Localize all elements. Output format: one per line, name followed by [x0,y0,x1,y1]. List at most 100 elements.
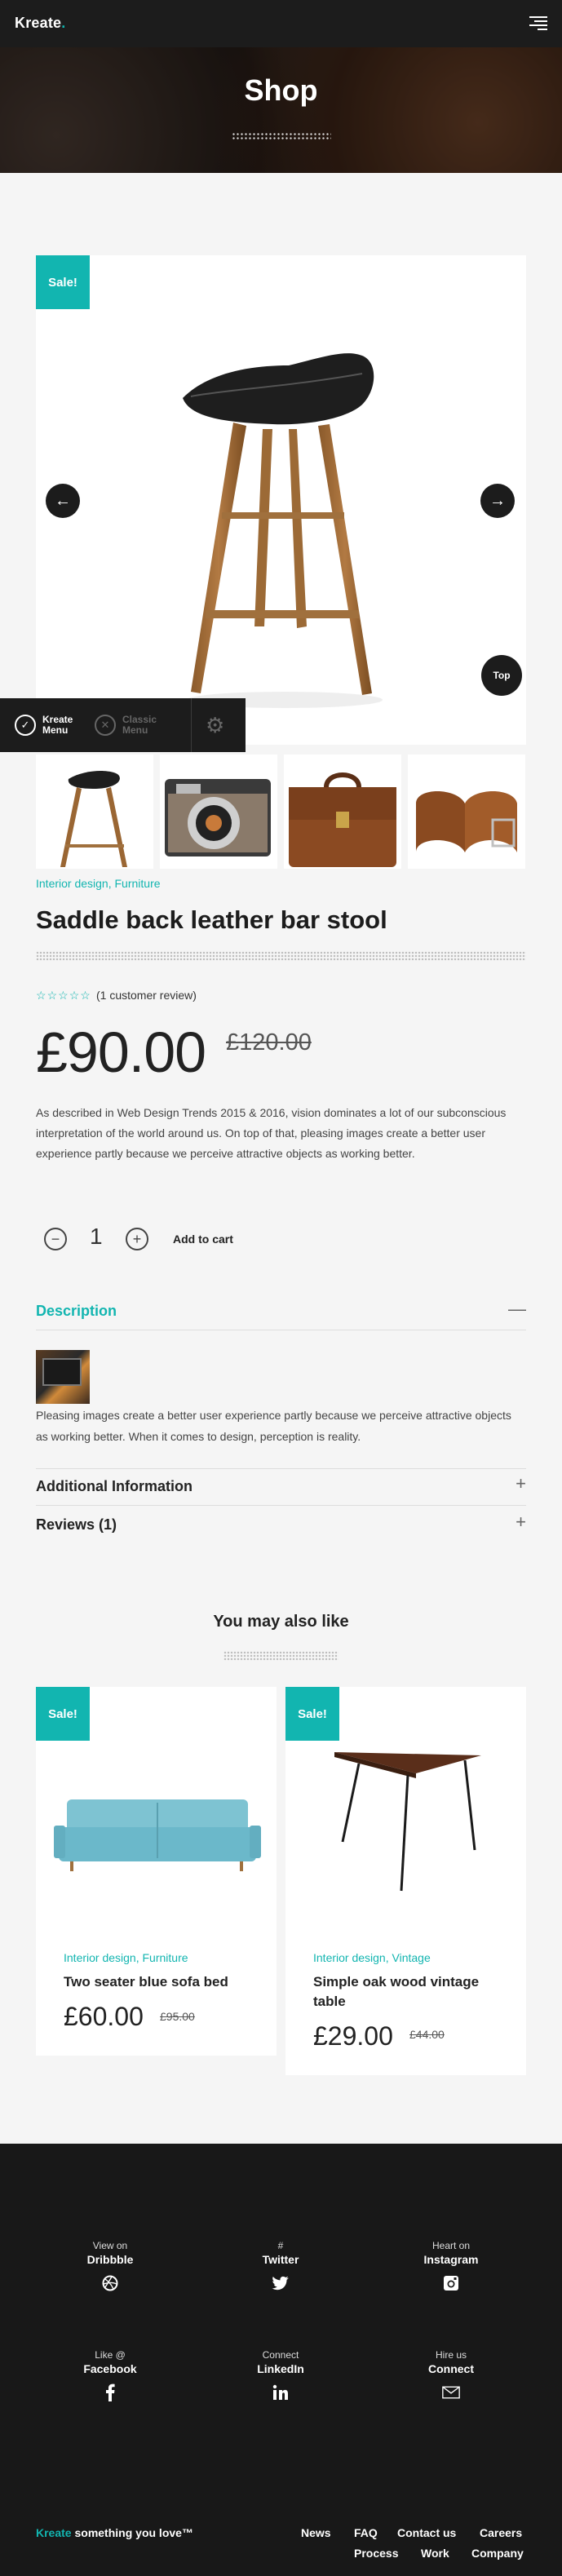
footer-brand-name: Kreate [36,2526,72,2539]
social-prefix: View on [92,2240,128,2251]
product-short-description: As described in Web Design Trends 2015 &… [36,1106,507,1160]
footer-link-work[interactable]: Work [421,2547,449,2560]
tab-description[interactable]: Description [36,1303,117,1320]
related-product-name[interactable]: Two seater blue sofa bed [64,1972,259,1992]
hero-banner: Shop [0,47,562,173]
check-icon: ✓ [15,715,36,736]
footer-brand: Kreate something you love™ [36,2526,193,2539]
divider [36,1505,526,1506]
social-prefix: # [277,2240,284,2251]
related-product-price: £60.00 [64,2002,144,2031]
expand-icon[interactable]: + [516,1512,526,1533]
footer-link-contact[interactable]: Contact us [397,2526,456,2539]
related-product-name[interactable]: Simple oak wood vintage table [313,1972,509,2012]
divider [36,1468,526,1469]
table-image [334,1752,481,1892]
dribbble-icon [101,2274,119,2292]
add-to-cart-button[interactable]: Add to cart [173,1233,233,1246]
footer-link-process[interactable]: Process [354,2547,398,2560]
related-product-card[interactable]: Sale! Interior design, Furniture Two sea… [36,1687,277,2056]
bar-stool-image [183,353,383,708]
kreate-menu-option[interactable]: ✓ Kreate Menu [15,698,73,752]
social-network: LinkedIn [257,2362,304,2375]
classic-menu-label: Classic Menu [122,715,157,736]
quantity-input[interactable]: 1 [90,1224,103,1250]
product-categories[interactable]: Interior design, Furniture [36,877,161,890]
stool-thumb-image [60,771,127,867]
quantity-increase-button[interactable]: + [126,1228,148,1250]
social-prefix: Like @ [95,2349,126,2361]
arrow-left-icon: ← [55,491,71,510]
related-product-categories[interactable]: Interior design, Furniture [64,1951,188,1964]
facebook-icon [101,2383,119,2401]
related-product-card[interactable]: Sale! Interior design, Vintage Simple oa… [285,1687,526,2075]
product-title: Saddle back leather bar stool [36,905,387,934]
star-icon: ☆ [69,989,81,1002]
star-icon: ☆ [36,989,47,1002]
quantity-decrease-button[interactable]: − [44,1228,67,1250]
classic-menu-option[interactable]: ✕ Classic Menu [95,698,157,752]
social-linkedin[interactable]: Connect LinkedIn [219,2349,342,2401]
back-to-top-button[interactable]: Top [481,655,522,696]
site-footer: View on Dribbble # Twitter Heart on Inst… [0,2144,562,2576]
next-image-button[interactable]: → [480,484,515,518]
social-prefix: Connect [262,2349,299,2361]
title-divider [36,951,526,961]
sale-badge: Sale! [285,1687,339,1741]
footer-link-careers[interactable]: Careers [480,2526,522,2539]
review-count-link[interactable]: (1 customer review) [96,989,197,1002]
plus-icon: + [132,1230,142,1247]
product-main-image: Sale! ← → Top [36,255,526,745]
hero-divider [232,132,331,140]
kreate-menu-switcher: ✓ Kreate Menu ✕ Classic Menu ⚙ [0,698,246,752]
product-price: £90.00 [36,1020,206,1084]
tab-additional-information[interactable]: Additional Information [36,1478,192,1495]
thumbnail-satchel[interactable] [284,755,401,869]
social-network: Twitter [262,2253,299,2266]
social-facebook[interactable]: Like @ Facebook [49,2349,171,2401]
prev-image-button[interactable]: ← [46,484,80,518]
twitter-icon [272,2274,290,2292]
footer-tagline: something you love™ [71,2526,193,2539]
satchel-thumb-image [289,772,396,867]
product-old-price: £120.00 [226,1029,312,1056]
menu-settings-button[interactable]: ⚙ [206,698,224,752]
arrow-right-icon: → [489,491,506,510]
social-connect[interactable]: Hire us Connect [390,2349,512,2401]
social-twitter[interactable]: # Twitter [219,2240,342,2292]
description-text: Pleasing images create a better user exp… [36,1409,511,1443]
social-network: Instagram [423,2253,479,2266]
instagram-icon [442,2274,460,2292]
star-icon: ☆ [80,989,91,1002]
related-product-old-price: £95.00 [160,2010,195,2023]
footer-link-faq[interactable]: FAQ [354,2526,378,2539]
minus-icon: − [51,1230,60,1247]
site-logo[interactable]: Kreate. [15,15,65,32]
top-header: Kreate. [0,0,562,47]
hamburger-icon[interactable] [529,16,547,31]
star-rating: ☆☆☆☆☆ [36,989,91,1003]
related-product-categories[interactable]: Interior design, Vintage [313,1951,431,1964]
related-products-title: You may also like [213,1613,349,1631]
collapse-icon[interactable]: — [508,1299,526,1320]
thumbnail-belts[interactable] [408,755,525,869]
thumbnail-camera[interactable] [160,755,277,869]
tab-reviews[interactable]: Reviews (1) [36,1516,117,1534]
social-prefix: Hire us [435,2349,467,2361]
page-title: Shop [244,73,318,107]
footer-link-news[interactable]: News [301,2526,331,2539]
linkedin-icon [272,2383,290,2401]
kreate-menu-label-line2: Menu [42,724,69,736]
social-instagram[interactable]: Heart on Instagram [390,2240,512,2292]
footer-link-company[interactable]: Company [471,2547,524,2560]
expand-icon[interactable]: + [516,1473,526,1494]
shop-page: Kreate. Shop Sale! ← → Top ✓ Kreate Menu… [0,0,562,2576]
gear-icon: ⚙ [206,712,225,737]
social-dribbble[interactable]: View on Dribbble [49,2240,171,2292]
classic-menu-label-line2: Menu [122,724,148,736]
sale-badge: Sale! [36,255,90,309]
sale-badge: Sale! [36,1687,90,1741]
thumbnail-stool[interactable] [36,755,153,869]
related-title-divider [223,1651,339,1661]
related-product-old-price: £44.00 [409,2028,445,2041]
